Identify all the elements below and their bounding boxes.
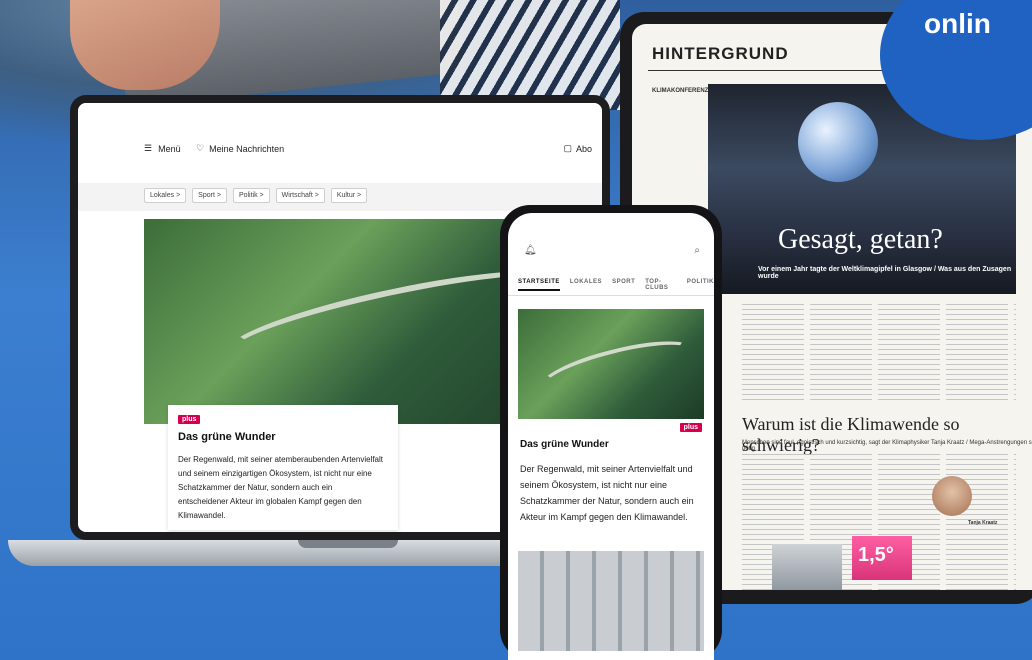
menu-label: Menü bbox=[158, 143, 181, 154]
epaper-graphic-label: 1,5° bbox=[858, 544, 894, 566]
epaper-side-title: KLIMAKONFERENZ bbox=[652, 88, 709, 94]
phone-tabs: STARTSEITE LOKALES SPORT TOP-CLUBS POLIT… bbox=[518, 279, 714, 291]
online-badge-text: onlin bbox=[924, 8, 991, 39]
tabs-divider bbox=[508, 295, 714, 296]
chip-politik[interactable]: Politik > bbox=[232, 188, 270, 203]
tab-top-clubs[interactable]: TOP-CLUBS bbox=[645, 279, 677, 291]
bag-icon: ▢ bbox=[563, 143, 572, 153]
epaper-text-columns bbox=[742, 304, 1016, 404]
globe-image bbox=[798, 102, 878, 182]
article-teaser-text: Der Regenwald, mit seiner atemberaubende… bbox=[178, 455, 384, 520]
river-shape bbox=[535, 330, 699, 406]
laptop-notch bbox=[298, 540, 398, 548]
epaper-hero-title: Gesagt, getan? bbox=[778, 224, 943, 255]
phone-screen: 🔔︎ ⌕ STARTSEITE LOKALES SPORT TOP-CLUBS … bbox=[508, 213, 714, 660]
article-teaser-card[interactable]: plus Das grüne Wunder Der Regenwald, mit… bbox=[168, 405, 398, 530]
background-striped-shirt bbox=[440, 0, 620, 110]
chip-lokales[interactable]: Lokales > bbox=[144, 188, 187, 203]
tab-lokales[interactable]: LOKALES bbox=[570, 279, 602, 291]
epaper-portrait-name: Tanja Kraatz bbox=[968, 520, 998, 526]
epaper-section-title: HINTERGRUND bbox=[652, 44, 789, 63]
phone-article-title[interactable]: Das grüne Wunder bbox=[520, 439, 609, 450]
article-title[interactable]: Das grüne Wunder bbox=[178, 431, 276, 443]
favorites-label: Meine Nachrichten bbox=[209, 143, 285, 154]
phone-second-article-image[interactable] bbox=[518, 551, 704, 651]
phone-article-image[interactable] bbox=[518, 309, 704, 419]
epaper-hero-subtitle: Vor einem Jahr tagte der Weltklimagipfel… bbox=[758, 266, 1012, 280]
menu-button[interactable]: ☰ Menü bbox=[144, 143, 181, 154]
chip-wirtschaft[interactable]: Wirtschaft > bbox=[275, 188, 325, 203]
heart-icon: ♡ bbox=[196, 143, 205, 153]
chip-kultur[interactable]: Kultur > bbox=[330, 188, 368, 203]
tab-sport[interactable]: SPORT bbox=[612, 279, 635, 291]
phone-device: 🔔︎ ⌕ STARTSEITE LOKALES SPORT TOP-CLUBS … bbox=[500, 205, 722, 660]
menu-search-icon: ☰ bbox=[144, 143, 153, 153]
phone-article-text: Der Regenwald, mit seiner Artenvielfalt … bbox=[520, 464, 694, 522]
plus-badge: plus bbox=[679, 423, 702, 432]
abo-label: Abo bbox=[575, 143, 592, 154]
plus-badge: plus bbox=[178, 415, 201, 424]
search-menu-icon[interactable]: ⌕ bbox=[694, 245, 700, 256]
chip-sport[interactable]: Sport > bbox=[192, 188, 227, 203]
epaper-headline-subtitle: Menschen sind faul, egoistisch und kurzs… bbox=[742, 440, 1032, 452]
epaper-portrait bbox=[932, 476, 972, 516]
abo-button[interactable]: ▢ Abo bbox=[563, 143, 592, 154]
tab-startseite[interactable]: STARTSEITE bbox=[518, 279, 560, 291]
bell-icon[interactable]: 🔔︎ bbox=[524, 245, 537, 256]
epaper-building-photo bbox=[772, 544, 842, 590]
category-chips: Lokales > Sport > Politik > Wirtschaft >… bbox=[144, 188, 368, 203]
tab-politik[interactable]: POLITIK bbox=[687, 279, 714, 291]
favorites-link[interactable]: ♡ Meine Nachrichten bbox=[196, 143, 284, 154]
